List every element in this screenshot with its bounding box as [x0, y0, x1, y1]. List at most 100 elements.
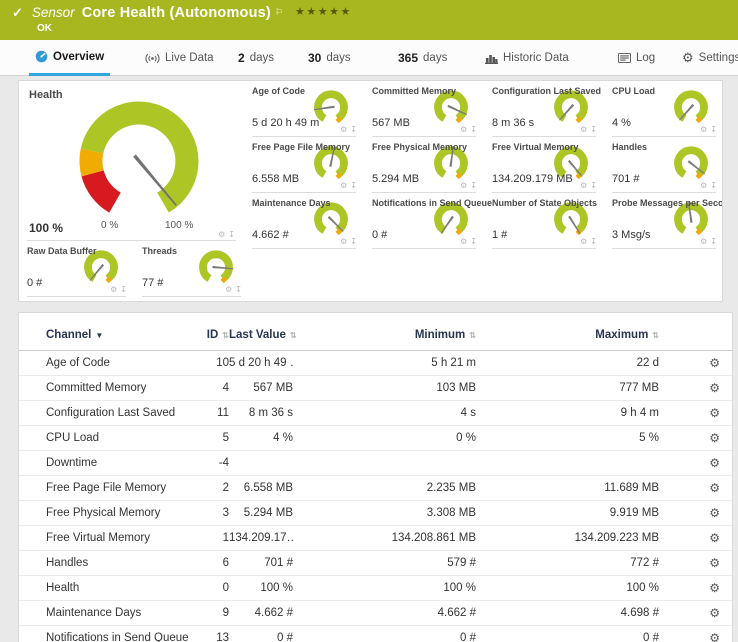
- column-header-minimum[interactable]: Minimum⇅: [293, 325, 476, 351]
- channel-cell: Configuration Last Saved: [19, 401, 189, 426]
- tab-2-days[interactable]: 2 days: [232, 40, 280, 76]
- gear-icon[interactable]: ⚙: [460, 238, 467, 246]
- pin-icon[interactable]: ↧: [235, 286, 242, 294]
- max-cell: 4.698 #: [476, 601, 659, 626]
- gear-icon[interactable]: ⚙: [340, 126, 347, 134]
- gauge-cell[interactable]: Threads 77 # ⚙ ↧: [134, 241, 249, 297]
- gauge-cell[interactable]: Committed Memory 567 MB ⚙ ↧: [364, 81, 484, 137]
- pin-icon[interactable]: ↧: [120, 286, 127, 294]
- gauge-scale-min: 0 %: [101, 220, 118, 231]
- health-gauge: [27, 95, 242, 225]
- channel-cell: Notifications in Send Queue: [19, 626, 189, 642]
- gauge-cell[interactable]: Age of Code 5 d 20 h 49 m ⚙ ↧: [244, 81, 364, 137]
- column-header-maximum[interactable]: Maximum⇅: [476, 325, 659, 351]
- gear-icon[interactable]: ⚙: [700, 182, 707, 190]
- gauge-value: 4.662 #: [252, 229, 289, 241]
- channel-settings-icon[interactable]: ⚙: [709, 456, 720, 470]
- channel-settings-icon[interactable]: ⚙: [709, 631, 720, 642]
- gauge-cell[interactable]: Maintenance Days 4.662 # ⚙ ↧: [244, 193, 364, 249]
- gauge-value: 5 d 20 h 49 m: [252, 117, 319, 129]
- pin-icon[interactable]: ↧: [590, 238, 597, 246]
- gear-icon[interactable]: ⚙: [580, 126, 587, 134]
- gauge-cell[interactable]: Free Virtual Memory 134.209.179 MB ⚙ ↧: [484, 137, 604, 193]
- pin-icon[interactable]: ↧: [710, 238, 717, 246]
- gauge-cell[interactable]: Free Physical Memory 5.294 MB ⚙ ↧: [364, 137, 484, 193]
- column-header-channel[interactable]: Channel▼: [19, 325, 189, 351]
- channel-settings-icon[interactable]: ⚙: [709, 356, 720, 370]
- channel-settings-icon[interactable]: ⚙: [709, 431, 720, 445]
- gauge-cell[interactable]: Number of State Objects 1 # ⚙ ↧: [484, 193, 604, 249]
- table-row: Maintenance Days94.662 #4.662 #4.698 #⚙: [19, 601, 733, 626]
- max-cell: 22 d: [476, 351, 659, 376]
- gauge-label: Free Virtual Memory: [492, 142, 578, 152]
- channel-settings-icon[interactable]: ⚙: [709, 481, 720, 495]
- gauge-cell[interactable]: Free Page File Memory 6.558 MB ⚙ ↧: [244, 137, 364, 193]
- channel-settings-icon[interactable]: ⚙: [709, 406, 720, 420]
- broadcast-icon: [145, 53, 160, 64]
- gear-icon[interactable]: ⚙: [218, 231, 225, 239]
- tab-365-days[interactable]: 365 days: [392, 40, 453, 76]
- pin-icon[interactable]: ↧: [710, 126, 717, 134]
- gauge-cell[interactable]: Probe Messages per Second 3 Msg/s ⚙ ↧: [604, 193, 723, 249]
- pin-icon[interactable]: ↧: [350, 182, 357, 190]
- last-cell: 4.662 #: [229, 601, 293, 626]
- gear-icon[interactable]: ⚙: [700, 238, 707, 246]
- gauge-cell[interactable]: Notifications in Send Queue 0 # ⚙ ↧: [364, 193, 484, 249]
- pin-icon[interactable]: ↧: [350, 238, 357, 246]
- sort-icon[interactable]: ⇅: [652, 331, 659, 340]
- table-row: Configuration Last Saved118 m 36 s4 s9 h…: [19, 401, 733, 426]
- pin-icon[interactable]: ↧: [228, 231, 235, 239]
- channel-settings-icon[interactable]: ⚙: [709, 531, 720, 545]
- pin-icon[interactable]: ↧: [590, 126, 597, 134]
- tab-log[interactable]: Log: [612, 40, 661, 76]
- gear-icon[interactable]: ⚙: [225, 286, 232, 294]
- column-header-settings: [659, 325, 733, 351]
- gear-icon[interactable]: ⚙: [580, 182, 587, 190]
- tab-historic-data[interactable]: Historic Data: [479, 40, 575, 76]
- channel-cell: Maintenance Days: [19, 601, 189, 626]
- id-cell: 5: [189, 426, 229, 451]
- gauge-cell[interactable]: Configuration Last Saved 8 m 36 s ⚙ ↧: [484, 81, 604, 137]
- channel-settings-icon[interactable]: ⚙: [709, 556, 720, 570]
- pin-icon[interactable]: ↧: [350, 126, 357, 134]
- priority-stars[interactable]: ★★★★★: [295, 4, 352, 20]
- gauge-cell[interactable]: CPU Load 4 % ⚙ ↧: [604, 81, 723, 137]
- tab-live-data[interactable]: Live Data: [139, 40, 220, 76]
- pin-icon[interactable]: ↧: [470, 182, 477, 190]
- sort-icon[interactable]: ⇅: [290, 331, 297, 340]
- id-cell: 3: [189, 501, 229, 526]
- gauge-value: 8 m 36 s: [492, 117, 534, 129]
- gear-icon[interactable]: ⚙: [460, 182, 467, 190]
- gauge-grid-bottom: Raw Data Buffer 0 # ⚙ ↧ Threads 77 # ⚙ ↧: [19, 241, 249, 297]
- sort-icon[interactable]: ▼: [95, 331, 103, 340]
- min-cell: 4 s: [293, 401, 476, 426]
- tab-30-days[interactable]: 30 days: [302, 40, 357, 76]
- health-gauge-cell[interactable]: Health 0 % 100 % 100 % ⚙ ↧: [19, 81, 244, 241]
- gear-icon[interactable]: ⚙: [700, 126, 707, 134]
- tab-overview[interactable]: Overview: [29, 40, 110, 76]
- pin-icon[interactable]: ↧: [710, 182, 717, 190]
- tab-settings[interactable]: ⚙ Settings: [676, 40, 738, 76]
- channel-cell: Free Virtual Memory: [19, 526, 189, 551]
- channel-settings-icon[interactable]: ⚙: [709, 606, 720, 620]
- tab-bar: Overview Live Data 2 days 30 days 365 da…: [0, 40, 738, 76]
- gear-icon[interactable]: ⚙: [110, 286, 117, 294]
- channel-settings-icon[interactable]: ⚙: [709, 506, 720, 520]
- gear-icon[interactable]: ⚙: [340, 182, 347, 190]
- gauge-label: CPU Load: [612, 86, 655, 96]
- gauge-cell[interactable]: Raw Data Buffer 0 # ⚙ ↧: [19, 241, 134, 297]
- channel-cell: Downtime: [19, 451, 189, 476]
- gauge-cell[interactable]: Handles 701 # ⚙ ↧: [604, 137, 723, 193]
- pin-icon[interactable]: ↧: [590, 182, 597, 190]
- channel-settings-icon[interactable]: ⚙: [709, 581, 720, 595]
- column-header-id[interactable]: ID⇅: [189, 325, 229, 351]
- gear-icon[interactable]: ⚙: [460, 126, 467, 134]
- column-header-last-value[interactable]: Last Value⇅: [229, 325, 293, 351]
- gear-icon[interactable]: ⚙: [580, 238, 587, 246]
- gear-icon[interactable]: ⚙: [340, 238, 347, 246]
- sort-icon[interactable]: ⇅: [222, 331, 229, 340]
- sort-icon[interactable]: ⇅: [469, 331, 476, 340]
- pin-icon[interactable]: ↧: [470, 238, 477, 246]
- pin-icon[interactable]: ↧: [470, 126, 477, 134]
- channel-settings-icon[interactable]: ⚙: [709, 381, 720, 395]
